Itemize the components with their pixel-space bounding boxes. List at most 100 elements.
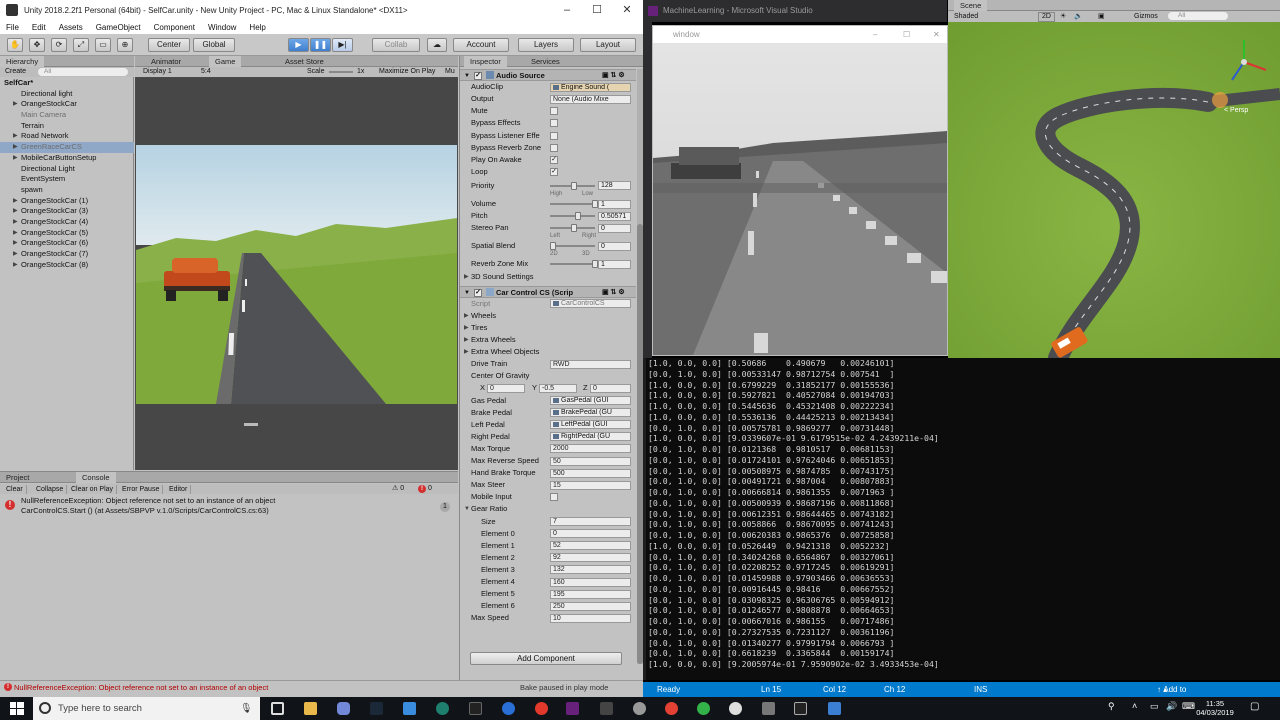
slider-value[interactable]: 1 (598, 199, 631, 209)
steam-icon[interactable] (370, 702, 383, 715)
hierarchy-item[interactable]: Terrain (0, 121, 134, 132)
tab-game[interactable]: Game (209, 56, 242, 67)
rect-tool-icon[interactable]: ▭ (95, 38, 111, 52)
number-input[interactable]: 10 (550, 613, 631, 623)
opencv-maximize-button[interactable]: ☐ (903, 26, 910, 43)
car-control-header[interactable]: ▼ ✓ Car Control CS (Scrip ▣ ⇅ ⚙ (460, 285, 636, 298)
number-input[interactable]: 195 (550, 589, 631, 599)
expand-arrow-icon[interactable]: ▶ (13, 196, 18, 207)
menu-file[interactable]: File (6, 23, 19, 32)
rotate-tool-icon[interactable]: ⟳ (51, 38, 67, 52)
field-checkbox[interactable]: ✓ (550, 155, 558, 164)
aspect-dropdown[interactable]: 5:4 (201, 67, 211, 77)
app-icon-4[interactable] (535, 702, 548, 715)
status-error-text[interactable]: NullReferenceException: Object reference… (14, 681, 268, 694)
pedal-object-field[interactable]: GasPedal (GUI (550, 396, 631, 405)
windows-start-icon[interactable] (10, 702, 24, 715)
field-value[interactable]: None (Audio Mixe (550, 94, 631, 104)
chrome-icon[interactable] (665, 702, 678, 715)
foldout[interactable]: ▶ Wheels (460, 310, 636, 322)
close-button[interactable]: ✕ (612, 0, 642, 20)
unity-taskbar-icon[interactable] (469, 702, 482, 715)
slider-value[interactable]: 1 (598, 259, 631, 269)
opencv-close-button[interactable]: ✕ (933, 26, 940, 43)
expand-arrow-icon[interactable]: ▶ (13, 99, 18, 110)
display-dropdown[interactable]: Display 1 (143, 67, 172, 77)
menu-assets[interactable]: Assets (59, 23, 83, 32)
number-input[interactable]: 2000 (550, 444, 631, 454)
slider-value[interactable]: 0 (598, 223, 631, 233)
layers-dropdown[interactable]: Layers (518, 38, 574, 52)
opencv-minimize-button[interactable]: – (873, 26, 877, 43)
task-view-icon[interactable] (271, 702, 284, 715)
number-input[interactable]: 250 (550, 601, 631, 611)
slider-value[interactable]: 128 (598, 181, 631, 191)
expand-arrow-icon[interactable]: ▶ (13, 142, 18, 153)
expand-arrow-icon[interactable]: ▶ (13, 228, 18, 239)
editor-dropdown[interactable]: Editor (166, 485, 192, 494)
field-checkbox[interactable] (550, 131, 558, 140)
hierarchy-item[interactable]: ▶ MobileCarButtonSetup (0, 153, 134, 164)
foldout-arrow-icon[interactable]: ▼ (464, 503, 470, 515)
layout-dropdown[interactable]: Layout (580, 38, 636, 52)
account-dropdown[interactable]: Account (453, 38, 509, 52)
cloud-icon[interactable]: ☁ (427, 38, 447, 52)
slider-knob[interactable] (571, 181, 577, 190)
foldout-arrow-icon[interactable]: ▶ (464, 346, 469, 358)
slider-track[interactable] (550, 215, 595, 218)
expand-arrow-icon[interactable]: ▶ (13, 153, 18, 164)
collab-button[interactable]: Collab (372, 38, 420, 52)
tab-scene[interactable]: Scene (954, 0, 988, 11)
notifications-icon[interactable]: ▢ (1250, 701, 1259, 712)
slider-track[interactable] (550, 245, 595, 248)
hierarchy-item[interactable]: ▶ OrangeStockCar (5) (0, 228, 134, 239)
error-pause-toggle[interactable]: Error Pause (119, 485, 164, 494)
3d-sound-settings-foldout[interactable]: ▶ 3D Sound Settings (460, 271, 636, 283)
taskbar-clock[interactable]: 11:35 04/03/2019 (1195, 699, 1235, 717)
hierarchy-item[interactable]: ▶ OrangeStockCar (8) (0, 260, 134, 271)
shading-mode-dropdown[interactable]: Shaded (954, 11, 978, 22)
2d-toggle[interactable]: 2D (1038, 12, 1055, 22)
people-icon[interactable]: ⚲ (1108, 701, 1115, 712)
number-input[interactable]: 15 (550, 480, 631, 490)
cog-x-input[interactable]: 0 (487, 383, 525, 393)
tab-hierarchy[interactable]: Hierarchy (0, 56, 45, 67)
settings-icon[interactable] (633, 702, 646, 715)
microphone-icon[interactable]: 🎙 (240, 697, 252, 720)
scale-slider[interactable] (329, 71, 353, 73)
tray-chevron-icon[interactable]: ˄ (1132, 701, 1137, 711)
cog-y-input[interactable]: -0.5 (539, 383, 577, 393)
field-checkbox[interactable] (550, 107, 558, 116)
app-icon-6[interactable] (697, 702, 710, 715)
discord-icon[interactable] (337, 702, 350, 715)
pedal-object-field[interactable]: BrakePedal (GU (550, 408, 631, 418)
app-icon-3[interactable] (502, 702, 515, 715)
number-input[interactable]: 52 (550, 541, 631, 551)
slider-value[interactable]: 0 (598, 241, 631, 251)
field-checkbox[interactable] (550, 119, 558, 128)
number-input[interactable]: 7 (550, 517, 631, 526)
tab-inspector[interactable]: Inspector (464, 56, 507, 67)
foldout[interactable]: ▶ Tires (460, 322, 636, 334)
network-icon[interactable]: ▭ (1150, 701, 1159, 712)
hierarchy-item[interactable]: EventSystem (0, 174, 134, 185)
scale-tool-icon[interactable]: ⤢ (73, 38, 89, 52)
clear-on-play-toggle[interactable]: Clear on Play (68, 485, 118, 494)
tab-project[interactable]: Project (0, 472, 35, 483)
expand-arrow-icon[interactable]: ▶ (13, 238, 18, 249)
add-component-button[interactable]: Add Component (470, 652, 622, 665)
foldout-arrow-icon[interactable]: ▶ (464, 271, 469, 283)
hierarchy-item[interactable]: spawn (0, 185, 134, 196)
scene-viewport[interactable]: < Persp (948, 22, 1280, 358)
number-input[interactable]: 500 (550, 468, 631, 478)
hierarchy-item[interactable]: ▶ Road Network (0, 131, 134, 142)
create-dropdown[interactable]: Create (5, 67, 26, 77)
foldout-arrow-icon[interactable]: ▶ (464, 310, 469, 322)
drive-train-dropdown[interactable]: RWD (550, 359, 631, 369)
app-icon-1[interactable] (403, 702, 416, 715)
hierarchy-item[interactable]: Main Camera (0, 110, 134, 121)
foldout[interactable]: ▶ Extra Wheels (460, 334, 636, 346)
expand-arrow-icon[interactable]: ▶ (13, 249, 18, 260)
menu-component[interactable]: Component (154, 23, 195, 32)
terminal-icon[interactable] (794, 702, 807, 715)
